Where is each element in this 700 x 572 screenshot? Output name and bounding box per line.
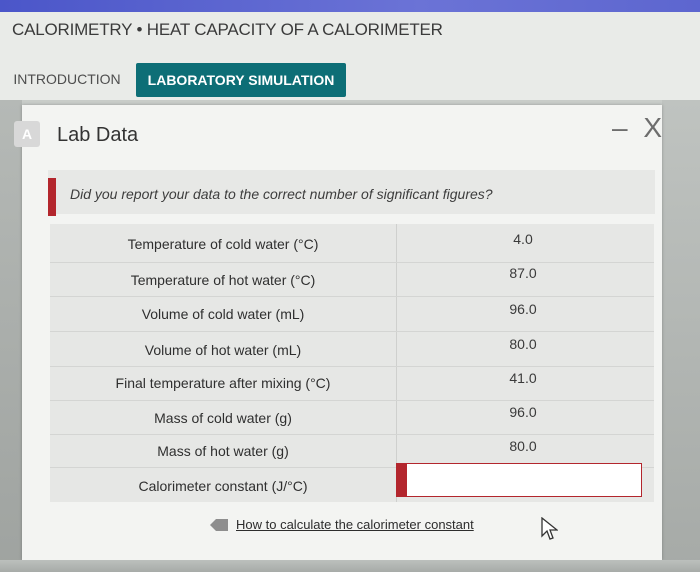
row-divider — [50, 400, 654, 401]
value-cold-water-mass: 96.0 — [509, 404, 537, 420]
background-left — [0, 100, 22, 572]
row-divider — [50, 262, 654, 263]
value-cold-water-volume: 96.0 — [509, 301, 537, 317]
label-final-temperature: Final temperature after mixing (°C) — [115, 375, 331, 391]
calorimeter-constant-help-link[interactable]: How to calculate the calorimeter constan… — [236, 517, 474, 532]
value-hot-water-volume: 80.0 — [509, 336, 537, 352]
panel-title: Lab Data — [57, 124, 139, 146]
table-column-divider — [396, 224, 397, 502]
label-hot-water-temperature: Temperature of hot water (°C) — [130, 272, 316, 288]
arrow-help-icon — [210, 518, 228, 531]
browser-top-strip — [0, 0, 700, 12]
help-link-wrap: How to calculate the calorimeter constan… — [208, 517, 474, 532]
background-bottom — [0, 560, 700, 572]
calorimeter-constant-field — [396, 463, 644, 497]
label-cold-water-mass: Mass of cold water (g) — [154, 410, 292, 426]
prompt-text: Did you report your data to the correct … — [70, 186, 493, 202]
lab-data-table — [50, 224, 654, 502]
tab-introduction[interactable]: INTRODUCTION — [6, 62, 128, 96]
label-cold-water-temperature: Temperature of cold water (°C) — [127, 236, 319, 252]
input-error-marker — [396, 463, 406, 497]
window-controls: – X — [612, 112, 666, 144]
row-divider — [50, 366, 654, 367]
label-hot-water-volume: Volume of hot water (mL) — [144, 342, 302, 358]
value-hot-water-temperature: 87.0 — [509, 265, 537, 281]
value-hot-water-mass: 80.0 — [509, 438, 537, 454]
label-calorimeter-constant: Calorimeter constant (J/°C) — [138, 478, 308, 494]
background-right — [662, 100, 700, 572]
value-cold-water-temperature: 4.0 — [513, 231, 533, 247]
label-cold-water-volume: Volume of cold water (mL) — [141, 306, 305, 322]
minimize-button[interactable]: – — [612, 112, 632, 143]
row-divider — [50, 296, 654, 297]
calorimeter-constant-input[interactable] — [406, 463, 642, 497]
row-divider — [50, 434, 654, 435]
mouse-cursor-icon — [541, 517, 558, 540]
row-divider — [50, 331, 654, 332]
value-final-temperature: 41.0 — [509, 370, 537, 386]
tab-laboratory-simulation[interactable]: LABORATORY SIMULATION — [136, 63, 346, 97]
label-hot-water-mass: Mass of hot water (g) — [157, 443, 289, 459]
lab-data-icon: A — [14, 121, 40, 147]
app-title: CALORIMETRY • HEAT CAPACITY OF A CALORIM… — [12, 20, 443, 39]
close-button[interactable]: X — [643, 112, 666, 143]
prompt-marker — [48, 178, 56, 216]
